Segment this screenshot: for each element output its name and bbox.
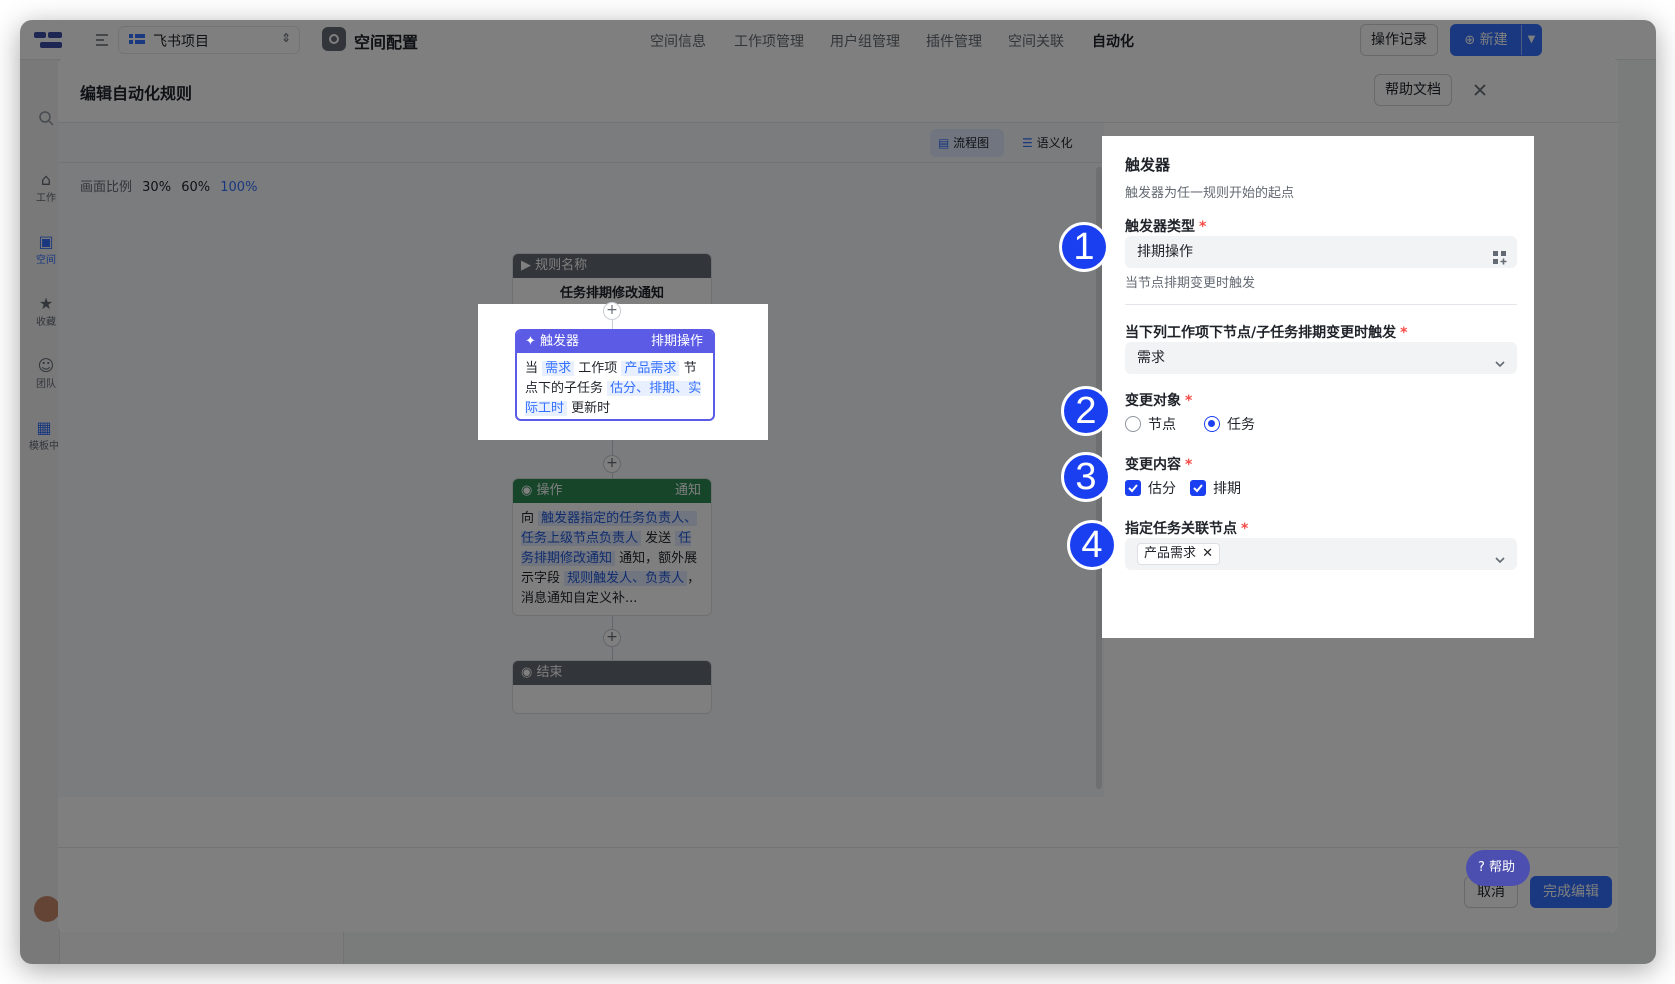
end-header-label: 结束 (536, 665, 563, 680)
action-extra-fields: 规则触发人、负责人 (564, 571, 688, 586)
radio-task[interactable] (1204, 416, 1220, 432)
trigger-header-label: 触发器 (540, 334, 580, 349)
trigger-config-panel: 触发器 触发器为任一规则开始的起点 触发器类型 * 排期操作 当节点排期变更时触发… (1102, 136, 1534, 638)
workitem-select[interactable]: 需求 (1125, 342, 1517, 374)
node-tag-label: 产品需求 (1144, 546, 1197, 561)
modal-title: 编辑自动化规则 (80, 84, 193, 103)
zoom-60[interactable]: 60% (181, 180, 210, 195)
callout-2: 2 (1061, 386, 1111, 436)
checkbox-schedule-label: 排期 (1213, 481, 1241, 497)
view-tab-semantic-label: 语义化 (1036, 136, 1073, 150)
trigger-node: 产品需求 (621, 361, 680, 376)
trigger-text: 工作项 (574, 361, 622, 376)
required-mark: * (1241, 521, 1249, 537)
callout-4: 4 (1067, 520, 1117, 570)
checkbox-estimate[interactable] (1125, 480, 1141, 496)
callout-3: 3 (1061, 452, 1111, 502)
content-field-label: 变更内容 * (1125, 454, 1192, 474)
radio-node[interactable] (1125, 416, 1141, 432)
panel-title: 触发器 (1125, 156, 1171, 174)
cancel-label: 取消 (1477, 884, 1505, 900)
view-tab-semantic[interactable]: ☰ 语义化 (1016, 129, 1086, 157)
trigger-icon: ✦ (525, 334, 536, 349)
radio-task-label: 任务 (1227, 417, 1255, 433)
callout-1: 1 (1059, 222, 1109, 272)
zoom-controls: 画面比例 30% 60% 100% (80, 176, 257, 195)
action-type-label: 通知 (674, 483, 701, 498)
rule-name-header-label: 规则名称 (535, 258, 588, 273)
play-icon: ▶ (521, 258, 531, 273)
flowchart-icon: ▤ (938, 136, 950, 150)
canvas-toolbar-divider (58, 162, 1104, 163)
view-tab-flowchart[interactable]: ▤ 流程图 (930, 129, 1004, 157)
radio-node-label: 节点 (1148, 417, 1176, 433)
node-field-label: 指定任务关联节点 * (1125, 518, 1248, 538)
required-mark: * (1185, 393, 1193, 409)
app-window: 飞书项目 ⇕ 空间配置 空间信息 工作项管理 用户组管理 插件管理 空间关联 自… (20, 20, 1656, 964)
trigger-type-label-text: 触发器类型 (1125, 219, 1195, 235)
trigger-text: 更新时 (567, 401, 611, 416)
end-header: ◉ 结束 (513, 661, 711, 685)
done-edit-label: 完成编辑 (1543, 884, 1599, 900)
footer-divider (58, 847, 1618, 848)
required-mark: * (1400, 325, 1408, 341)
node-label-text: 指定任务关联节点 (1125, 521, 1237, 537)
trigger-type-select[interactable]: 排期操作 (1125, 236, 1517, 268)
node-tag[interactable]: 产品需求 ✕ (1137, 543, 1221, 565)
flow-node-action[interactable]: ◉ 操作 通知 向 触发器指定的任务负责人、任务上级节点负责人 发送 任务排期修… (512, 478, 712, 616)
rule-name-header: ▶ 规则名称 (513, 254, 711, 278)
close-icon[interactable] (1470, 80, 1490, 100)
panel-description: 触发器为任一规则开始的起点 (1125, 186, 1295, 201)
chevron-down-icon (1493, 547, 1507, 564)
flow-node-end[interactable]: ◉ 结束 (512, 660, 712, 714)
chevron-down-icon (1493, 351, 1507, 368)
action-text: 向 (521, 511, 539, 526)
flow-node-trigger[interactable]: ✦ 触发器 排期操作 当 需求 工作项 产品需求 节点下的子任务 估分、排期、实… (515, 329, 715, 421)
add-step-button[interactable]: + (603, 455, 621, 473)
trigger-header: ✦ 触发器 排期操作 (517, 331, 713, 353)
workitem-value: 需求 (1137, 350, 1165, 366)
checkbox-schedule[interactable] (1190, 480, 1206, 496)
trigger-type-value: 排期操作 (1137, 244, 1193, 260)
help-circle-icon: ? (1478, 860, 1485, 875)
required-mark: * (1185, 457, 1193, 473)
zoom-100[interactable]: 100% (220, 180, 257, 195)
done-edit-button[interactable]: 完成编辑 (1530, 876, 1612, 908)
workitem-field-label: 当下列工作项下节点/子任务排期变更时触发 * (1125, 322, 1407, 342)
zoom-30[interactable]: 30% (142, 180, 171, 195)
trigger-workitem: 需求 (542, 361, 575, 376)
target-label-text: 变更对象 (1125, 393, 1181, 409)
node-multiselect[interactable]: 产品需求 ✕ (1125, 538, 1517, 570)
help-fab[interactable]: ? 帮助 (1466, 850, 1530, 886)
target-field-label: 变更对象 * (1125, 390, 1192, 410)
zoom-label: 画面比例 (80, 180, 133, 195)
stop-icon: ◉ (521, 665, 533, 680)
list-icon: ☰ (1022, 136, 1033, 150)
trigger-type-field-label: 触发器类型 * (1125, 216, 1206, 236)
help-doc-button[interactable]: 帮助文档 (1374, 74, 1452, 106)
action-body: 向 触发器指定的任务负责人、任务上级节点负责人 发送 任务排期修改通知 通知，额… (513, 503, 711, 615)
grid-icon (1493, 245, 1507, 265)
add-step-button[interactable]: + (603, 302, 621, 320)
action-header-label: 操作 (536, 483, 563, 498)
help-doc-label: 帮助文档 (1385, 82, 1441, 98)
action-header: ◉ 操作 通知 (513, 479, 711, 503)
required-mark: * (1199, 219, 1207, 235)
tag-close-icon[interactable]: ✕ (1202, 546, 1213, 561)
trigger-type-label: 排期操作 (650, 334, 703, 349)
add-step-button[interactable]: + (603, 629, 621, 647)
trigger-spotlight: ✦ 触发器 排期操作 当 需求 工作项 产品需求 节点下的子任务 估分、排期、实… (478, 302, 768, 440)
action-text: 发送 (641, 531, 676, 546)
checkbox-estimate-label: 估分 (1148, 481, 1176, 497)
content-label-text: 变更内容 (1125, 457, 1181, 473)
panel-divider (1125, 304, 1517, 305)
workitem-label-text: 当下列工作项下节点/子任务排期变更时触发 (1125, 325, 1397, 341)
action-icon: ◉ (521, 483, 533, 498)
trigger-text: 当 (525, 361, 543, 376)
flow-node-rule-name[interactable]: ▶ 规则名称 任务排期修改通知 (512, 253, 712, 307)
trigger-type-hint: 当节点排期变更时触发 (1125, 276, 1256, 291)
trigger-body: 当 需求 工作项 产品需求 节点下的子任务 估分、排期、实际工时 更新时 (517, 353, 713, 419)
view-tab-flowchart-label: 流程图 (953, 136, 990, 150)
help-fab-label: 帮助 (1489, 860, 1516, 875)
